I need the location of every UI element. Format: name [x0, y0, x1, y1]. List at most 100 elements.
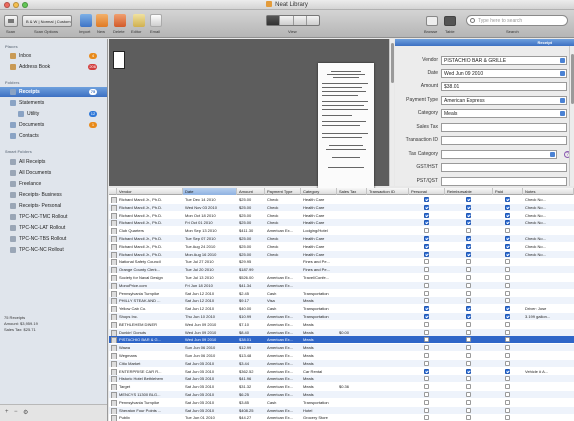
table-row[interactable]: BETHLEHEM DINER Wed Jun 09 2010 $7.10 Ameri… [109, 321, 574, 328]
reimb-checkbox[interactable] [466, 384, 471, 390]
personal-checkbox[interactable] [424, 337, 429, 343]
personal-checkbox[interactable] [424, 290, 429, 296]
receipt-image[interactable] [318, 63, 374, 191]
personal-checkbox[interactable] [424, 267, 429, 273]
table-row[interactable]: Wegmans Sun Jun 06 2010 $13.48 American Ex.… [109, 352, 574, 359]
sidebar-item-documents[interactable]: Documents 1 [0, 120, 107, 130]
table-button[interactable] [444, 16, 456, 26]
table-row[interactable]: Richard Marcil Jr., Ph.D. Tue Sep 07 2010… [109, 235, 574, 242]
paid-checkbox[interactable] [505, 236, 510, 241]
table-row[interactable]: Richard Marcil Jr., Ph.D. Mon Aug 16 2010… [109, 250, 574, 258]
view-segment-1[interactable] [267, 16, 281, 25]
personal-checkbox[interactable] [424, 228, 429, 234]
reimb-checkbox[interactable] [466, 197, 471, 202]
reimb-checkbox[interactable] [466, 243, 471, 249]
paid-checkbox[interactable] [505, 392, 510, 397]
reimb-checkbox[interactable] [466, 282, 471, 288]
personal-checkbox[interactable] [424, 236, 429, 241]
paid-checkbox[interactable] [505, 290, 510, 296]
table-row[interactable]: Orange County Clerk... Tue Jul 20 2010 $18… [109, 266, 574, 274]
reimb-checkbox[interactable] [466, 376, 471, 382]
personal-checkbox[interactable] [424, 212, 429, 218]
table-row[interactable]: Wawa Sun Jun 06 2010 $12.99 American Ex... M… [109, 344, 574, 352]
smart-folder-freelance[interactable]: Freelance [0, 179, 107, 189]
personal-checkbox[interactable] [424, 376, 429, 382]
pst-qst-field[interactable] [441, 177, 567, 186]
personal-checkbox[interactable] [424, 251, 429, 257]
column-header-amount[interactable]: Amount [237, 188, 265, 195]
personal-checkbox[interactable] [424, 197, 429, 202]
personal-checkbox[interactable] [424, 314, 429, 319]
payment-type-field[interactable]: American Express [441, 96, 567, 105]
smart-folder-tpc-nc-tbs-rollout[interactable]: TPC-NC-TBS Rollout [0, 234, 107, 244]
personal-checkbox[interactable] [424, 399, 429, 405]
paid-checkbox[interactable] [505, 298, 510, 304]
smart-folder-receipts-business[interactable]: Receipts- Business [0, 190, 107, 200]
email-icon[interactable] [150, 14, 162, 27]
reimb-checkbox[interactable] [466, 220, 471, 226]
column-header-sales-tax[interactable]: Sales Tax [337, 188, 367, 195]
column-header-payment-type[interactable]: Payment Type [265, 188, 301, 195]
paid-checkbox[interactable] [505, 282, 510, 288]
reimb-checkbox[interactable] [466, 298, 471, 304]
add-folder-button[interactable]: + [5, 409, 9, 415]
smart-folder-receipts-personal[interactable]: Receipts- Personal [0, 201, 107, 211]
personal-checkbox[interactable] [424, 407, 429, 413]
paid-checkbox[interactable] [505, 368, 510, 374]
paid-checkbox[interactable] [505, 329, 510, 335]
column-header-date[interactable]: Date [183, 188, 237, 195]
personal-checkbox[interactable] [424, 345, 429, 351]
column-header-paid[interactable]: Paid [493, 188, 523, 195]
reimb-checkbox[interactable] [466, 236, 471, 241]
new-icon[interactable] [96, 14, 108, 27]
personal-checkbox[interactable] [424, 329, 429, 335]
smart-folder-all-receipts[interactable]: All Receipts [0, 157, 107, 167]
table-row[interactable]: Society for Naval Design Tue Jul 13 2010 $… [109, 274, 574, 281]
scan-button[interactable] [4, 15, 18, 27]
personal-checkbox[interactable] [424, 259, 429, 265]
reimb-checkbox[interactable] [466, 251, 471, 257]
table-row[interactable]: Club Quarters Mon Sep 13 2010 $411.30 Ameri… [109, 227, 574, 235]
reimb-checkbox[interactable] [466, 368, 471, 374]
smart-folder-tpc-nc-nc-rollout[interactable]: TPC-NC-NC Rollout [0, 245, 107, 255]
editor-icon[interactable] [133, 14, 145, 27]
reimb-checkbox[interactable] [466, 314, 471, 319]
personal-checkbox[interactable] [424, 392, 429, 397]
table-row[interactable]: Publix Tue Jun 01 2010 $44.27 American Ex..… [109, 414, 574, 421]
personal-checkbox[interactable] [424, 282, 429, 288]
transaction-id-field[interactable] [441, 136, 567, 145]
personal-checkbox[interactable] [424, 298, 429, 304]
sidebar-item-inbox[interactable]: Inbox 4 [0, 51, 107, 61]
personal-checkbox[interactable] [424, 360, 429, 366]
reimb-checkbox[interactable] [466, 212, 471, 218]
reimb-checkbox[interactable] [466, 267, 471, 273]
paid-checkbox[interactable] [505, 228, 510, 234]
reimb-checkbox[interactable] [466, 353, 471, 358]
sidebar-item-statements[interactable]: Statements [0, 98, 107, 108]
table-row[interactable]: Richard Marcil Jr., Ph.D. Mon Oct 18 2010… [109, 212, 574, 219]
reimb-checkbox[interactable] [466, 204, 471, 210]
date-field[interactable]: Wed Jun 09 2010 [441, 69, 567, 78]
column-header-preview[interactable] [109, 188, 117, 195]
personal-checkbox[interactable] [424, 384, 429, 390]
paid-checkbox[interactable] [505, 251, 510, 257]
view-segment-2[interactable] [280, 16, 294, 25]
paid-checkbox[interactable] [505, 212, 510, 218]
smart-folder-all-documents[interactable]: All Documents [0, 168, 107, 178]
browse-button[interactable] [426, 16, 438, 26]
paid-checkbox[interactable] [505, 376, 510, 382]
table-row[interactable]: Richard Marcil Jr., Ph.D. Wed Nov 03 2010… [109, 203, 574, 211]
table-row[interactable]: Dunkin' Donuts Wed Jun 09 2010 $8.40 Americ… [109, 328, 574, 336]
personal-checkbox[interactable] [424, 243, 429, 249]
personal-checkbox[interactable] [424, 204, 429, 210]
amount-field[interactable]: $38.01 [441, 82, 567, 91]
preview-scrollbar[interactable] [389, 39, 394, 186]
paid-checkbox[interactable] [505, 259, 510, 265]
tax-category-field[interactable] [441, 150, 557, 159]
view-segment-3[interactable] [294, 16, 307, 25]
table-row[interactable]: PHILLY STEAK AND ... Sat Jun 12 2010 $9.17… [109, 297, 574, 305]
reimb-checkbox[interactable] [466, 228, 471, 234]
view-segmented-control[interactable] [266, 15, 320, 26]
smart-folder-tpc-nc-tmc-rollout[interactable]: TPC-NC-TMC Rollout [0, 212, 107, 222]
paid-checkbox[interactable] [505, 197, 510, 202]
